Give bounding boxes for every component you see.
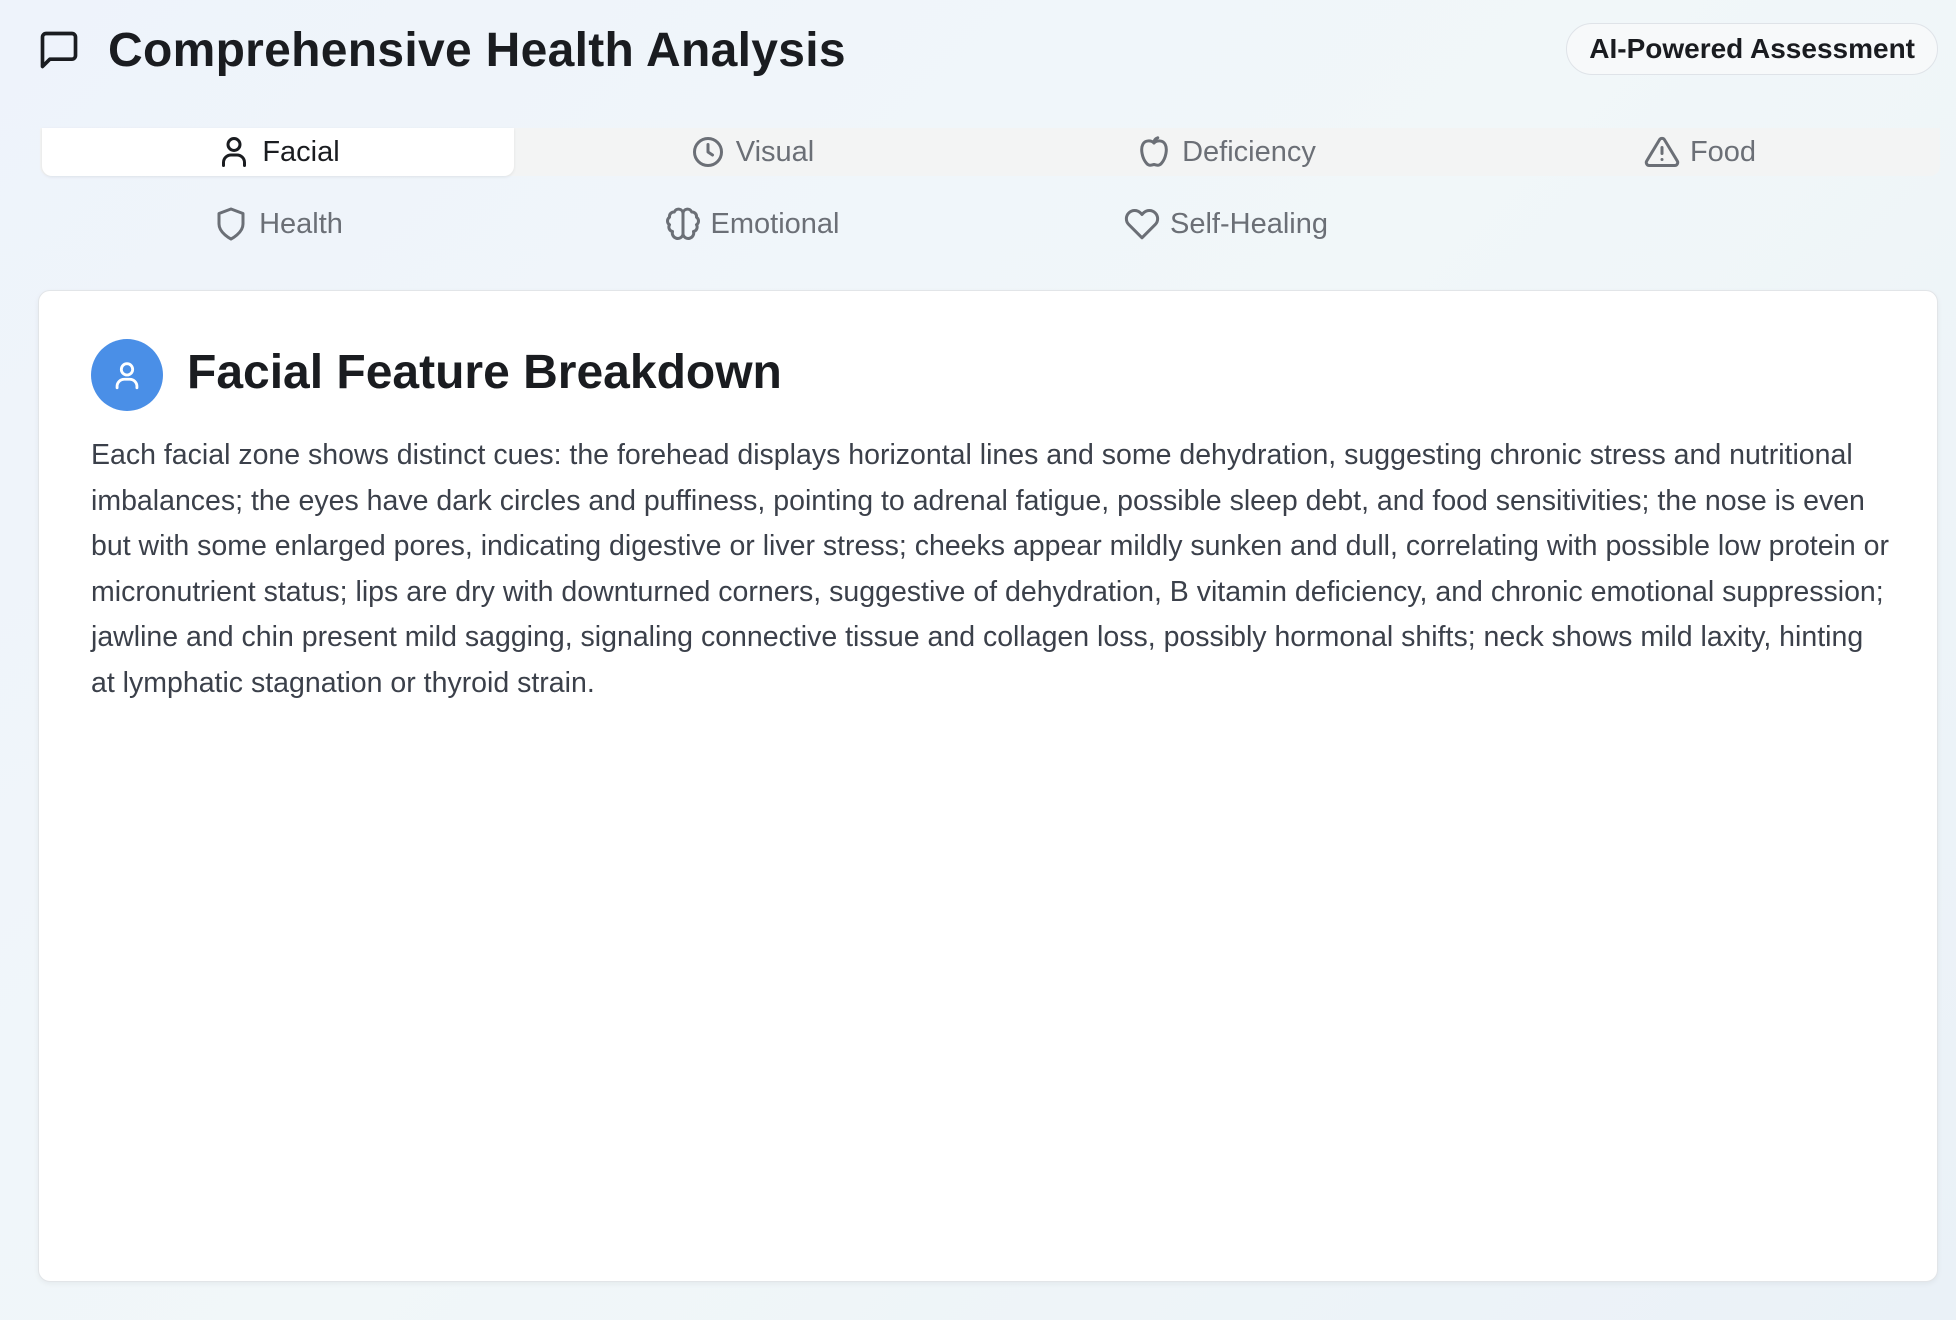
ai-assessment-badge: AI-Powered Assessment bbox=[1566, 23, 1938, 75]
tab-deficiency[interactable]: Deficiency bbox=[990, 128, 1462, 176]
tab-facial[interactable]: Facial bbox=[42, 128, 514, 176]
tab-label: Visual bbox=[735, 135, 815, 168]
apple-icon bbox=[1140, 136, 1168, 167]
brain-icon bbox=[665, 207, 700, 240]
tab-label: Emotional bbox=[710, 207, 840, 240]
analysis-tabs: Facial Visual Deficiency Food Health Emo… bbox=[40, 128, 1940, 278]
tab-label: Deficiency bbox=[1182, 135, 1316, 168]
user-icon bbox=[115, 362, 139, 390]
shield-icon bbox=[217, 207, 245, 241]
tab-health[interactable]: Health bbox=[42, 200, 514, 248]
facial-analysis-card: Facial Feature Breakdown Each facial zon… bbox=[38, 290, 1938, 1282]
page-title: Comprehensive Health Analysis bbox=[108, 23, 846, 77]
clock-icon bbox=[692, 137, 723, 167]
tab-emotional[interactable]: Emotional bbox=[516, 200, 988, 248]
tab-food[interactable]: Food bbox=[1464, 128, 1936, 176]
tab-self-healing[interactable]: Self-Healing bbox=[990, 200, 1462, 248]
section-body: Each facial zone shows distinct cues: th… bbox=[91, 439, 1890, 699]
user-icon bbox=[222, 137, 247, 167]
tab-label: Food bbox=[1689, 135, 1757, 168]
warning-triangle-icon bbox=[1644, 136, 1680, 167]
chat-bubble-icon bbox=[36, 27, 82, 73]
section-avatar bbox=[91, 339, 163, 411]
heart-icon bbox=[1124, 208, 1160, 240]
section-title: Facial Feature Breakdown bbox=[187, 346, 782, 399]
tab-label: Facial bbox=[262, 135, 340, 168]
tab-label: Health bbox=[259, 207, 343, 240]
tab-label: Self-Healing bbox=[1170, 207, 1328, 240]
tab-visual[interactable]: Visual bbox=[516, 128, 988, 176]
